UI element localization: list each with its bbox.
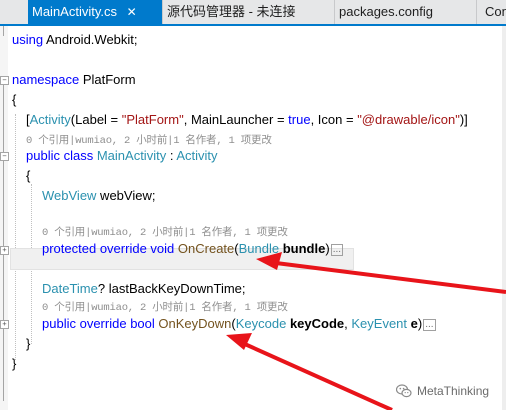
close-icon[interactable]: ✕ (127, 0, 137, 24)
tab-label: MainActivity.cs (32, 4, 117, 19)
codelens-class[interactable]: 0 个引用|wumiao, 2 小时前|1 名作者, 1 项更改 (26, 132, 272, 147)
expand-onkeydown-icon[interactable]: + (0, 320, 9, 329)
code-line-datetime: DateTime? lastBackKeyDownTime; (42, 281, 246, 296)
tab-packages-config[interactable]: packages.config (334, 0, 469, 24)
vertical-scrollbar[interactable] (502, 26, 506, 410)
collapsed-region-onkeydown[interactable]: ... (423, 318, 436, 331)
code-line-namespace: namespace PlatForm (12, 72, 136, 87)
code-line-field: WebView webView; (42, 188, 156, 203)
tab-label: packages.config (339, 4, 433, 19)
codelens-onkeydown[interactable]: 0 个引用|wumiao, 2 小时前|1 名作者, 1 项更改 (42, 299, 288, 314)
code-line-class: public class MainActivity : Activity (26, 148, 218, 163)
code-line-brace-close: } (26, 336, 31, 351)
collapse-namespace-icon[interactable]: − (0, 76, 9, 85)
outline-line (3, 161, 4, 401)
outline-line (3, 26, 4, 36)
collapse-class-icon[interactable]: − (0, 152, 9, 161)
tab-source-control[interactable]: 源代码管理器 - 未连接 (162, 0, 327, 24)
code-line-onkeydown: public override bool OnKeyDown(Keycode k… (42, 316, 436, 331)
code-editor[interactable]: − − + + using Android.Webkit; namespace … (0, 26, 506, 410)
expand-oncreate-icon[interactable]: + (0, 246, 9, 255)
indent-guide (15, 114, 16, 360)
tab-label: Conf (485, 4, 506, 19)
code-line-oncreate: protected override void OnCreate(Bundle … (42, 241, 344, 256)
wechat-icon (396, 384, 412, 398)
collapsed-region-oncreate[interactable]: ... (330, 243, 344, 256)
codelens-oncreate[interactable]: 0 个引用|wumiao, 2 小时前|1 名作者, 1 项更改 (42, 224, 288, 239)
document-tab-bar: MainActivity.cs ✕ 源代码管理器 - 未连接 packages.… (0, 0, 506, 26)
watermark-text: MetaThinking (417, 384, 490, 398)
code-line-brace: { (12, 92, 17, 107)
watermark: MetaThinking (396, 381, 489, 401)
tab-config[interactable]: Conf (476, 0, 506, 24)
code-line-attribute: [Activity(Label = "PlatForm", MainLaunch… (26, 112, 468, 127)
tab-mainactivity[interactable]: MainActivity.cs ✕ (28, 0, 162, 24)
code-line-brace-close: } (12, 356, 17, 371)
code-line-using: using Android.Webkit; (12, 32, 138, 47)
tab-label: 源代码管理器 - 未连接 (167, 4, 296, 19)
code-line-brace: { (26, 168, 31, 183)
